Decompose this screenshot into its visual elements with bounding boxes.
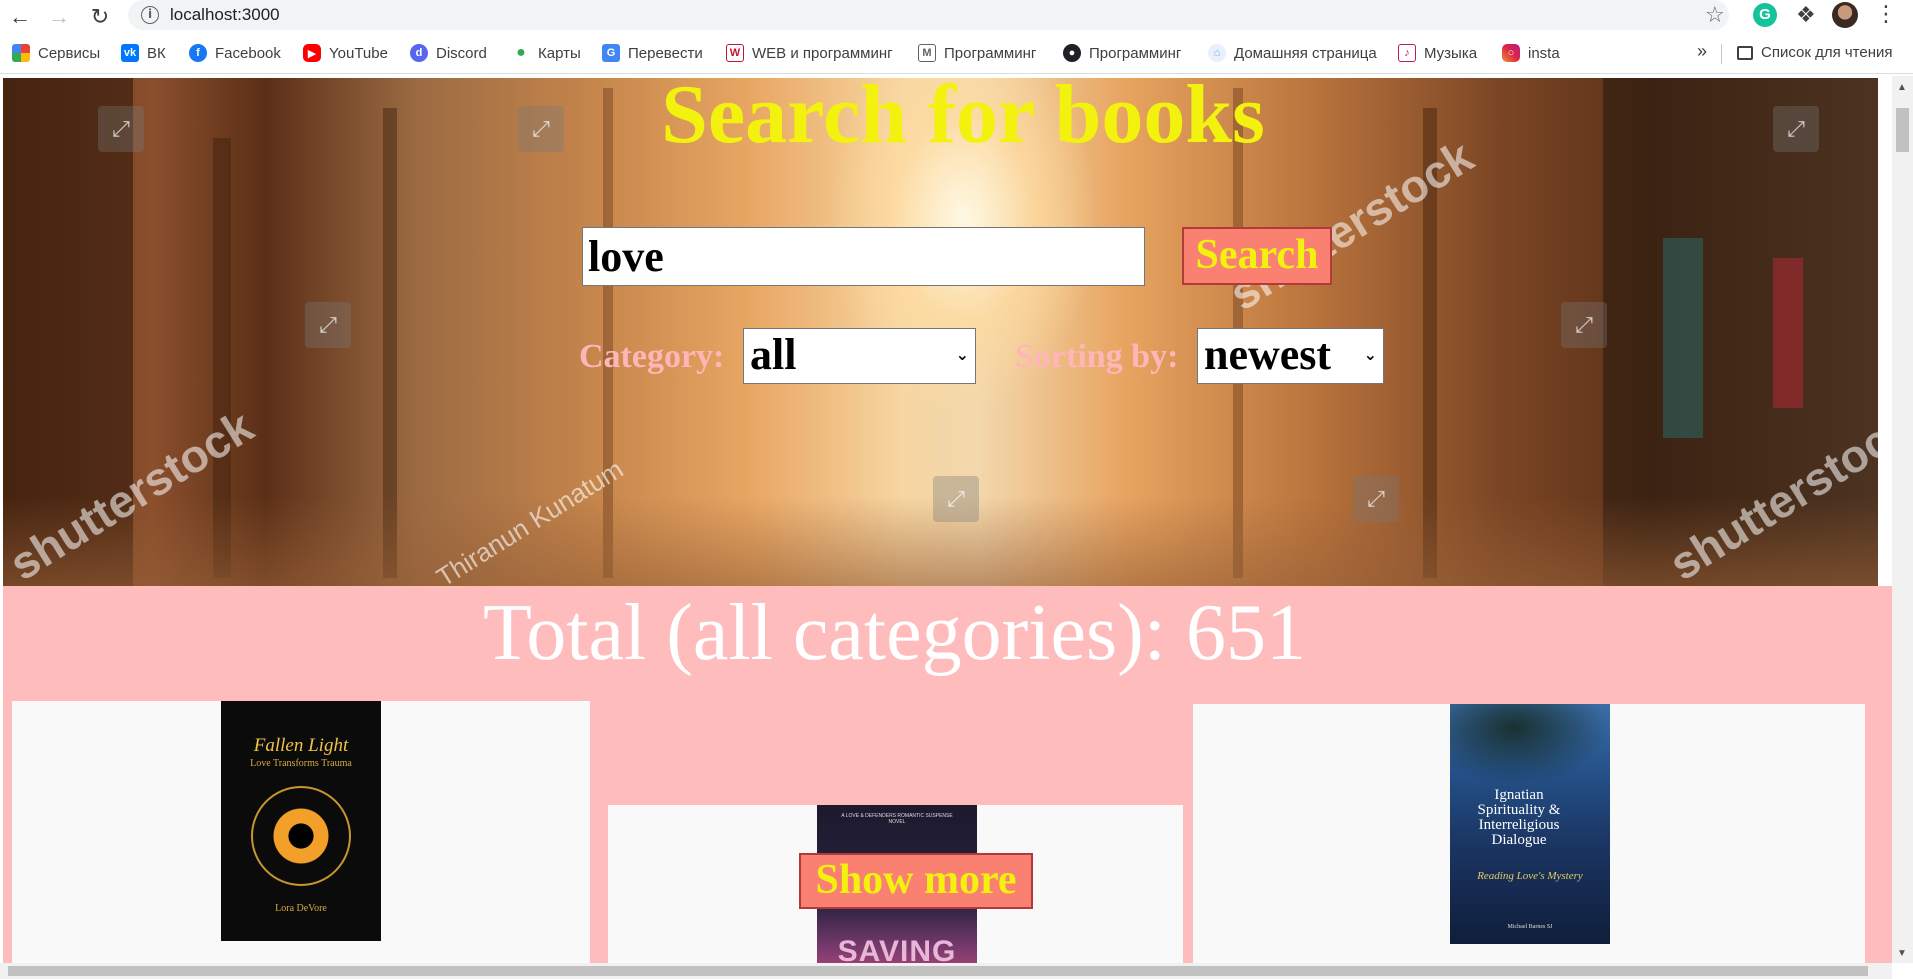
bookmark-label: insta <box>1528 44 1560 62</box>
cover-tree-silhouette <box>1450 704 1610 784</box>
bookmark-maps[interactable]: ● Карты <box>512 44 581 62</box>
bookmark-music[interactable]: ♪ Музыка <box>1398 44 1477 62</box>
cover-title: Fallen Light <box>253 735 349 756</box>
address-bar[interactable] <box>128 0 1729 30</box>
bookmark-label: Музыка <box>1424 44 1478 62</box>
bookmark-home-page[interactable]: ⌂ Домашняя страница <box>1208 44 1377 62</box>
category-label: Category: <box>579 338 725 375</box>
address-url[interactable]: localhost:3000 <box>170 5 280 25</box>
page-viewport: shutterstock Thiranun Kunatum shuttersto… <box>0 76 1913 979</box>
eclipse-emblem <box>251 786 351 886</box>
reading-list-label: Список для чтения <box>1761 44 1893 61</box>
browser-toolbar: ← → ↻ i localhost:3000 ☆ G ❖ ⋮ <box>0 0 1913 34</box>
search-button[interactable]: Search <box>1182 227 1332 285</box>
bookmark-label: Карты <box>538 44 581 62</box>
cover-tagline: A LOVE & DEFENDERS ROMANTIC SUSPENSE NOV… <box>841 813 953 825</box>
forward-arrow-icon[interactable]: → <box>45 3 73 31</box>
bookmark-label: Домашняя страница <box>1234 44 1377 62</box>
library-hero-background: shutterstock Thiranun Kunatum shuttersto… <box>3 78 1878 586</box>
apps-grid-icon <box>12 44 30 62</box>
facebook-icon: f <box>189 44 207 62</box>
expand-icon: ⤢ <box>933 476 979 522</box>
bookmark-services[interactable]: Сервисы <box>12 44 100 62</box>
book-cover[interactable]: Fallen Light Love Transforms Trauma Lora… <box>221 701 381 941</box>
reload-icon[interactable]: ↻ <box>86 3 114 31</box>
results-section: Total (all categories): 651 Fallen Light… <box>3 586 1892 979</box>
bookmark-discord[interactable]: d Discord <box>410 44 487 62</box>
bookmark-label: Facebook <box>215 44 281 62</box>
book-cover[interactable]: Ignatian Spirituality & Interreligious D… <box>1450 704 1610 944</box>
bookmark-vk[interactable]: vk ВК <box>121 44 166 62</box>
globe-icon: ● <box>1063 44 1081 62</box>
total-count: Total (all categories): 651 <box>483 589 1306 677</box>
bookmarks-bar: Сервисы vk ВК f Facebook ▶ YouTube d Dis… <box>0 34 1913 74</box>
bookmark-programming-1[interactable]: M Программинг <box>918 44 1036 62</box>
bookmark-youtube[interactable]: ▶ YouTube <box>303 44 388 62</box>
show-more-button[interactable]: Show more <box>799 853 1033 909</box>
vk-icon: vk <box>121 44 139 62</box>
back-arrow-icon[interactable]: ← <box>6 3 34 31</box>
bookmarks-divider <box>1721 44 1722 64</box>
browser-menu-icon[interactable]: ⋮ <box>1875 1 1897 27</box>
horizontal-scroll-thumb[interactable] <box>8 966 1868 976</box>
search-input[interactable]: love <box>582 227 1145 286</box>
bookmarks-overflow-button[interactable]: » <box>1697 41 1707 62</box>
vertical-scrollbar[interactable]: ▲ ▼ <box>1892 76 1913 963</box>
sorting-select[interactable]: newest ⌄ <box>1197 328 1384 384</box>
expand-icon: ⤢ <box>1353 476 1399 522</box>
chevron-down-icon: ⌄ <box>955 345 969 364</box>
bookmark-translate[interactable]: G Перевести <box>602 44 703 62</box>
chevron-down-icon: ⌄ <box>1363 345 1377 364</box>
translate-icon: G <box>602 44 620 62</box>
site-info-icon[interactable]: i <box>141 6 159 24</box>
bookmark-label: Перевести <box>628 44 703 62</box>
wm-icon: W <box>726 44 744 62</box>
music-icon: ♪ <box>1398 44 1416 62</box>
scroll-down-arrow-icon[interactable]: ▼ <box>1897 948 1907 959</box>
category-select-value: all <box>750 330 797 379</box>
maps-pin-icon: ● <box>516 44 526 61</box>
home-page-icon: ⌂ <box>1208 44 1226 62</box>
bookmark-star-icon[interactable]: ☆ <box>1705 2 1725 28</box>
bookmark-label: ВК <box>147 44 166 62</box>
instagram-icon: ○ <box>1502 44 1520 62</box>
gmail-icon: M <box>918 44 936 62</box>
bookmark-web-programming[interactable]: W WEB и программинг <box>726 44 893 62</box>
grammarly-extension-icon[interactable]: G <box>1753 3 1777 27</box>
reading-list-button[interactable]: Список для чтения <box>1737 44 1893 61</box>
bookmark-label: Программинг <box>944 44 1037 62</box>
scroll-up-arrow-icon[interactable]: ▲ <box>1897 82 1907 93</box>
bookmark-label: Discord <box>436 44 487 62</box>
expand-icon: ⤢ <box>305 302 351 348</box>
page-title: Search for books <box>661 78 1265 161</box>
profile-avatar[interactable] <box>1832 2 1858 28</box>
bookmark-label: WEB и программинг <box>752 44 893 62</box>
category-select[interactable]: all ⌄ <box>743 328 976 384</box>
bookmark-label: Программинг <box>1089 44 1182 62</box>
bookmark-programming-2[interactable]: ● Программинг <box>1063 44 1181 62</box>
bookmark-insta[interactable]: ○ insta <box>1502 44 1560 62</box>
sorting-select-value: newest <box>1204 330 1332 379</box>
youtube-icon: ▶ <box>303 44 321 62</box>
reading-list-icon <box>1737 45 1753 60</box>
extensions-puzzle-icon[interactable]: ❖ <box>1796 2 1816 28</box>
bookmark-facebook[interactable]: f Facebook <box>189 44 281 62</box>
cover-author: Michael Barnes SJ <box>1507 924 1553 930</box>
bookmark-label: Сервисы <box>38 44 101 62</box>
horizontal-scrollbar[interactable] <box>0 963 1892 979</box>
discord-icon: d <box>410 44 428 62</box>
expand-icon: ⤢ <box>1561 302 1607 348</box>
sorting-label: Sorting by: <box>1015 338 1179 375</box>
bookmark-label: YouTube <box>329 44 388 62</box>
cover-subtitle: Love Transforms Trauma <box>250 758 352 769</box>
cover-title: Ignatian Spirituality & Interreligious D… <box>1477 787 1561 848</box>
book-card[interactable]: Ignatian Spirituality & Interreligious D… <box>1193 704 1865 979</box>
book-card[interactable]: Fallen Light Love Transforms Trauma Lora… <box>12 701 590 979</box>
vertical-scroll-thumb[interactable] <box>1896 108 1909 152</box>
cover-author: Lora DeVore <box>275 903 327 914</box>
cover-subtitle: Reading Love's Mystery <box>1477 870 1583 882</box>
